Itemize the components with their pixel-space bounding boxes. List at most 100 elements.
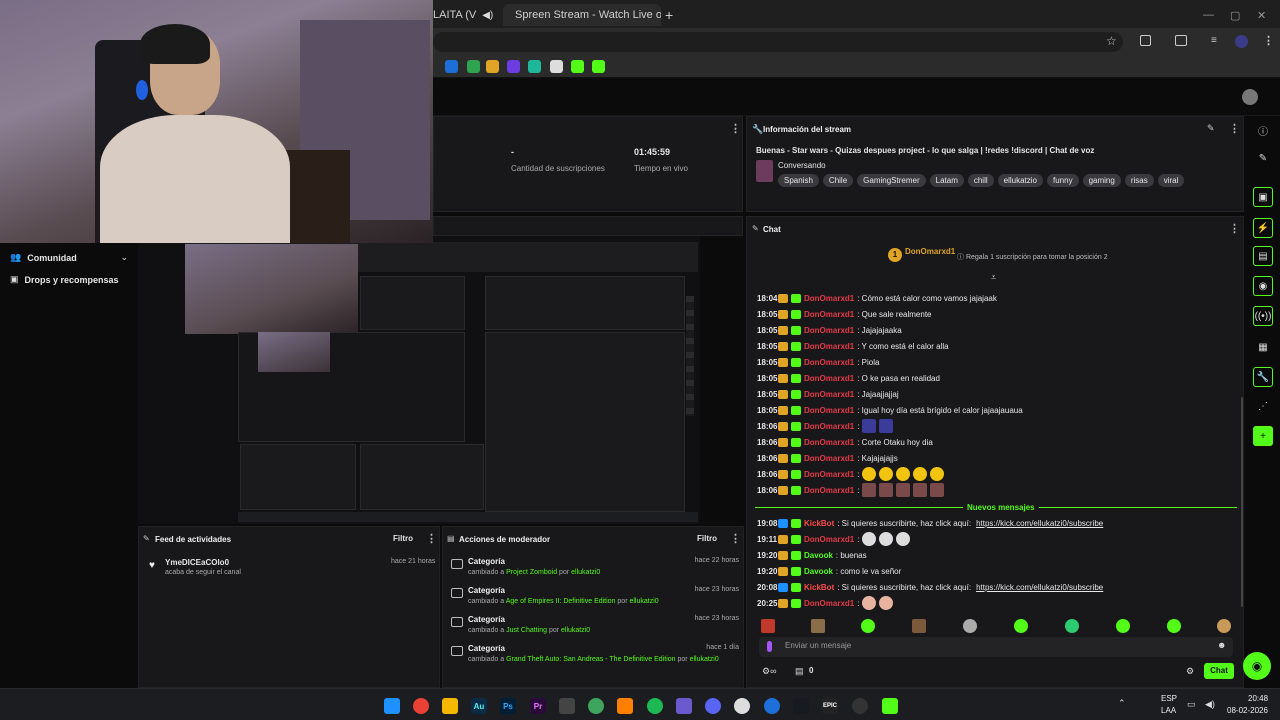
clock-time[interactable]: 20:48 (1248, 694, 1268, 703)
message-username[interactable]: DonOmarxd1 (804, 486, 854, 495)
browser-tab[interactable]: LAITA (V ◀) ✕ (433, 4, 493, 26)
mod-action-user[interactable]: ellukatzi0 (561, 627, 590, 634)
emote[interactable] (913, 467, 928, 481)
help-chat-icon[interactable]: ◉ (1243, 652, 1271, 680)
user-avatar[interactable] (1242, 89, 1258, 105)
message-username[interactable]: KickBot (804, 583, 834, 592)
message-username[interactable]: DonOmarxd1 (804, 599, 854, 608)
app-icon[interactable] (559, 698, 575, 714)
emote[interactable] (963, 619, 977, 633)
message-username[interactable]: DonOmarxd1 (804, 326, 854, 335)
settings-link-icon[interactable]: ⚙∞ (762, 666, 776, 677)
layout-icon[interactable]: ▦ (1253, 337, 1273, 357)
message-username[interactable]: DonOmarxd1 (804, 406, 854, 415)
emote[interactable] (862, 419, 877, 433)
network-icon[interactable]: ▭ (1187, 699, 1196, 710)
media-icon[interactable]: ≡ (1211, 35, 1217, 46)
message-username[interactable]: DonOmarxd1 (804, 422, 854, 431)
spotify-icon[interactable] (647, 698, 663, 714)
emote[interactable] (1065, 619, 1079, 633)
more-icon[interactable]: ⋮ (730, 533, 741, 545)
edit-icon[interactable]: ✎ (1207, 123, 1215, 134)
bookmark-icon[interactable] (507, 60, 520, 73)
emote[interactable] (862, 483, 877, 497)
emote[interactable] (761, 619, 775, 633)
translate-icon[interactable] (1175, 35, 1187, 46)
folder-icon[interactable] (442, 698, 458, 714)
emote[interactable] (862, 467, 877, 481)
stream-tag[interactable]: chill (967, 174, 994, 187)
message-username[interactable]: DonOmarxd1 (804, 294, 854, 303)
message-link[interactable]: https://kick.com/ellukatzi0/subscribe (976, 583, 1103, 592)
broadcast-icon[interactable]: ((•)) (1253, 306, 1273, 326)
mod-action-target[interactable]: Just Chatting (506, 627, 547, 634)
emote[interactable] (913, 483, 928, 497)
url-field[interactable] (433, 32, 1123, 52)
menu-icon[interactable]: ⋮ (1263, 34, 1274, 47)
stream-tag[interactable]: ellukatzio (997, 174, 1043, 187)
emote[interactable] (811, 619, 825, 633)
app-icon[interactable] (676, 698, 692, 714)
maximize-icon[interactable]: ▢ (1230, 4, 1240, 26)
more-icon[interactable]: ⋮ (426, 533, 437, 545)
new-tab-button[interactable]: + (665, 4, 677, 26)
stream-tag[interactable]: risas (1124, 174, 1154, 187)
stream-tag[interactable]: GamingStremer (857, 174, 926, 187)
filter-button[interactable]: Filtro (393, 534, 413, 543)
chrome-icon[interactable] (413, 698, 429, 714)
gear-icon[interactable]: ⚙ (1186, 666, 1194, 677)
emote[interactable] (879, 532, 894, 546)
send-chat-button[interactable]: Chat (1204, 663, 1234, 679)
mod-action-user[interactable]: ellukatzi0 (571, 569, 600, 576)
bookmark-icon[interactable] (445, 60, 458, 73)
chat-input[interactable]: Enviar un mensaje ☻ (759, 637, 1233, 657)
stream-tag[interactable]: Latam (929, 174, 964, 187)
volume-icon[interactable]: ◀) (1205, 699, 1215, 710)
mod-action-user[interactable]: ellukatzi0 (629, 598, 658, 605)
emote[interactable] (930, 483, 945, 497)
bookmark-icon[interactable] (467, 60, 480, 73)
star-icon[interactable]: ☆ (1106, 34, 1117, 48)
bolt-icon[interactable]: ⚡ (1253, 218, 1273, 238)
message-username[interactable]: DonOmarxd1 (804, 342, 854, 351)
camera-icon[interactable]: ▣ (1253, 187, 1273, 207)
emote[interactable] (879, 596, 894, 610)
emote[interactable] (1167, 619, 1181, 633)
close-window-icon[interactable]: ✕ (1257, 4, 1266, 26)
kick-icon[interactable] (882, 698, 898, 714)
app-icon[interactable] (764, 698, 780, 714)
emoji-icon[interactable]: ☻ (1217, 640, 1226, 650)
stream-tag[interactable]: funny (1047, 174, 1079, 187)
obs-icon[interactable] (734, 698, 750, 714)
message-username[interactable]: DonOmarxd1 (804, 390, 854, 399)
emote[interactable] (1116, 619, 1130, 633)
message-username[interactable]: DonOmarxd1 (804, 454, 854, 463)
message-username[interactable]: DonOmarxd1 (804, 358, 854, 367)
stream-tag[interactable]: gaming (1082, 174, 1121, 187)
scroll-down-icon[interactable]: ⩡ (991, 272, 996, 283)
nodes-icon[interactable]: ⋰ (1253, 396, 1273, 416)
kick-bookmark-icon[interactable] (592, 60, 605, 73)
nav-item-drops[interactable]: ▣ Drops y recompensas (10, 274, 119, 285)
emote[interactable] (1217, 619, 1231, 633)
mod-action-target[interactable]: Age of Empires II: Definitive Edition (506, 598, 616, 605)
steam-icon[interactable] (793, 698, 809, 714)
category-thumbnail[interactable] (756, 160, 773, 182)
bookmark-icon[interactable] (550, 60, 563, 73)
premiere-icon[interactable]: Pr (530, 698, 546, 714)
activity-user[interactable]: YmeDICEaCOlo0 (165, 558, 229, 567)
more-icon[interactable]: ⋮ (730, 123, 741, 135)
start-icon[interactable] (384, 698, 400, 714)
bookmark-icon[interactable] (571, 60, 584, 73)
stream-tag[interactable]: viral (1157, 174, 1185, 187)
mod-action-user[interactable]: ellukatzi0 (690, 656, 719, 663)
emote[interactable] (896, 483, 911, 497)
message-username[interactable]: DonOmarxd1 (804, 535, 854, 544)
photoshop-icon[interactable]: Ps (500, 698, 516, 714)
chevron-up-icon[interactable]: ⌃ (1118, 698, 1126, 709)
edit-icon[interactable]: ✎ (1253, 148, 1273, 168)
message-username[interactable]: KickBot (804, 519, 834, 528)
language-indicator[interactable]: ESP (1161, 694, 1177, 703)
info-icon[interactable]: ⓘ (1253, 120, 1273, 140)
message-username[interactable]: DonOmarxd1 (804, 438, 854, 447)
